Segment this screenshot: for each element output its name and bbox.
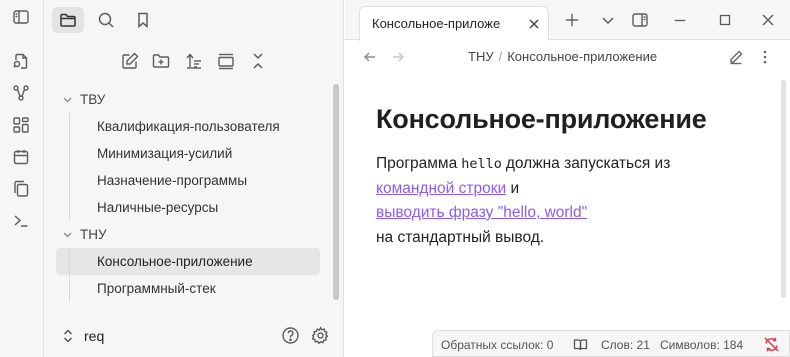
search-tab-button[interactable] xyxy=(90,7,122,33)
chevron-up-down-icon[interactable] xyxy=(62,328,74,344)
breadcrumb: ТНУ / Консольное-приложение xyxy=(468,49,657,64)
daily-note-calendar-icon[interactable] xyxy=(12,148,30,166)
file-item[interactable]: Минимизация-усилий xyxy=(56,140,320,167)
folder-children: Квалификация-пользователя Минимизация-ус… xyxy=(56,113,320,221)
close-tab-icon[interactable] xyxy=(528,18,540,30)
tab-bar: Консольное-приложе xyxy=(345,0,790,41)
window-close-icon[interactable] xyxy=(760,12,776,28)
file-item[interactable]: Квалификация-пользователя xyxy=(56,113,320,140)
new-folder-icon[interactable] xyxy=(151,51,171,71)
tab-active[interactable]: Консольное-приложе xyxy=(359,6,549,41)
auto-reveal-icon[interactable] xyxy=(216,51,236,71)
character-count: Символов: 184 xyxy=(660,338,744,352)
edit-pencil-icon[interactable] xyxy=(728,49,744,65)
folder-icon xyxy=(59,11,77,29)
file-item-active[interactable]: Консольное-приложение xyxy=(56,248,320,275)
folder-label: ТНУ xyxy=(80,227,107,242)
tab-list-chevron-down-icon[interactable] xyxy=(600,12,616,28)
breadcrumb-separator: / xyxy=(498,49,503,64)
file-explorer-sidebar: ТВУ Квалификация-пользователя Минимизаци… xyxy=(44,0,344,357)
backlinks-count[interactable]: Обратных ссылок: 0 xyxy=(441,338,553,352)
note-text: Программа xyxy=(376,155,458,172)
chevron-down-icon xyxy=(62,229,73,240)
breadcrumb-folder[interactable]: ТНУ xyxy=(468,49,494,64)
reading-view-book-icon[interactable] xyxy=(573,337,588,352)
bookmark-icon xyxy=(134,11,152,29)
chevron-down-icon xyxy=(62,94,73,105)
help-icon[interactable] xyxy=(281,326,300,345)
right-sidebar-toggle-icon[interactable] xyxy=(631,11,649,29)
files-tab-button[interactable] xyxy=(52,7,84,33)
file-item[interactable]: Программный-стек xyxy=(56,275,320,302)
collapse-all-icon[interactable] xyxy=(248,51,268,71)
note-scrollbar[interactable] xyxy=(781,80,786,298)
note-text: на стандартный вывод. xyxy=(376,228,545,246)
file-item[interactable]: Наличные-ресурсы xyxy=(56,194,320,221)
window-maximize-icon[interactable] xyxy=(717,12,733,28)
window-minimize-icon[interactable] xyxy=(672,12,688,28)
ribbon xyxy=(0,0,44,357)
file-tree: ТВУ Квалификация-пользователя Минимизаци… xyxy=(56,86,320,302)
settings-gear-icon[interactable] xyxy=(311,326,330,345)
command-palette-icon[interactable] xyxy=(12,212,30,230)
forward-arrow-icon[interactable] xyxy=(390,49,406,65)
note-paragraph: Программа hello должна запускаться из кома… xyxy=(376,152,766,250)
folder-label: ТВУ xyxy=(80,92,106,107)
new-tab-plus-icon[interactable] xyxy=(564,12,580,28)
search-icon xyxy=(97,11,115,29)
graph-view-icon[interactable] xyxy=(12,84,30,102)
folder-tnu[interactable]: ТНУ xyxy=(56,221,320,248)
sidebar-toggle-icon[interactable] xyxy=(12,8,30,26)
note-text: должна запускаться из xyxy=(505,155,671,172)
tab-title: Консольное-приложе xyxy=(372,16,501,31)
sidebar-scrollbar[interactable] xyxy=(333,84,339,300)
back-arrow-icon[interactable] xyxy=(362,49,378,65)
templates-icon[interactable] xyxy=(12,180,30,198)
file-item[interactable]: Назначение-программы xyxy=(56,167,320,194)
link-command-line[interactable]: командной строки xyxy=(376,180,506,197)
vault-name[interactable]: req xyxy=(84,328,104,344)
word-count: Слов: 21 xyxy=(601,338,650,352)
canvas-icon[interactable] xyxy=(12,116,30,134)
link-print-hello-world[interactable]: выводить фразу "hello, world" xyxy=(376,204,587,221)
new-note-icon[interactable] xyxy=(120,51,140,71)
bookmarks-tab-button[interactable] xyxy=(127,7,159,33)
quick-switcher-icon[interactable] xyxy=(12,52,30,70)
more-options-icon[interactable] xyxy=(757,49,773,65)
status-bar: Обратных ссылок: 0 Слов: 21 Символов: 18… xyxy=(432,330,790,357)
vault-switcher: req xyxy=(44,316,344,357)
note-title: Консольное-приложение xyxy=(376,104,707,134)
note-text: и xyxy=(510,179,520,197)
folder-tvu[interactable]: ТВУ xyxy=(56,86,320,113)
folder-children: Консольное-приложение Программный-стек xyxy=(56,248,320,302)
sort-order-icon[interactable] xyxy=(184,51,204,71)
breadcrumb-note[interactable]: Консольное-приложение xyxy=(507,49,657,64)
inline-code: hello xyxy=(461,156,502,172)
note-content[interactable]: Консольное-приложение Программа hello долж… xyxy=(376,104,766,250)
sync-error-icon[interactable] xyxy=(763,336,780,353)
